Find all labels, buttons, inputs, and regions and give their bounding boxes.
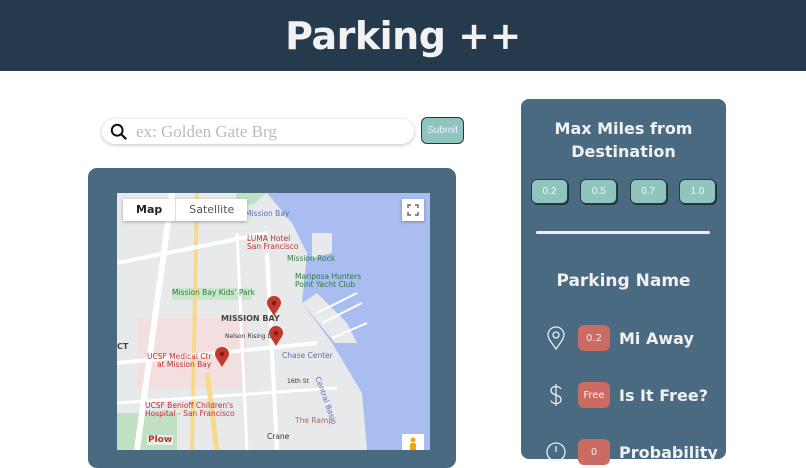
map-marker-icon[interactable] — [267, 296, 281, 316]
map-label: Point Yacht Club — [295, 280, 356, 289]
miles-option-0.2[interactable]: 0.2 — [531, 179, 568, 204]
distance-badge: 0.2 — [578, 325, 610, 351]
map-label: Chase Center — [282, 351, 333, 360]
search-icon — [110, 123, 127, 140]
miles-option-0.7[interactable]: 0.7 — [629, 179, 667, 204]
price-badge: Free — [578, 382, 610, 408]
search-bar — [102, 119, 414, 144]
probability-row: 0 Probability — [545, 439, 718, 465]
map-label: Mission Bay — [245, 209, 290, 218]
map-label: Plow — [147, 435, 174, 445]
map-label: CT — [117, 342, 129, 351]
app-header: Parking ++ — [0, 0, 806, 71]
search-input[interactable] — [136, 121, 396, 142]
map-label: Nelson Rising Ln — [225, 333, 275, 340]
map-label: Mission Rock — [287, 254, 336, 263]
map-marker-icon[interactable] — [215, 347, 229, 367]
map-label: Crane — [267, 432, 290, 441]
street-view-pegman-button[interactable] — [402, 434, 424, 450]
probability-badge: 0 — [578, 439, 610, 465]
fullscreen-icon — [407, 204, 419, 216]
map-type-control: Map Satellite — [123, 199, 248, 221]
probability-label: Probability — [619, 442, 718, 462]
miles-option-1.0[interactable]: 1.0 — [678, 179, 716, 204]
map-label: at Mission Bay — [157, 360, 212, 369]
map-label: Hospital - San Francisco — [145, 409, 235, 418]
distance-label: Mi Away — [619, 328, 694, 348]
price-row: Free Is It Free? — [545, 382, 708, 408]
filter-panel: Max Miles from Destination 0.2 0.5 0.7 1… — [521, 99, 726, 465]
app-title: Parking ++ — [285, 13, 521, 58]
map-label: MISSION BAY — [221, 314, 280, 323]
miles-options: 0.2 0.5 0.7 1.0 — [521, 179, 726, 204]
map-label: 16th St — [287, 378, 309, 385]
dollar-icon — [550, 384, 562, 406]
clock-icon — [546, 442, 566, 462]
map-marker-icon[interactable] — [269, 326, 283, 346]
divider — [536, 231, 710, 234]
fullscreen-button[interactable] — [402, 199, 424, 221]
distance-row: 0.2 Mi Away — [545, 325, 694, 351]
map-label: The Ramp — [295, 416, 334, 425]
location-pin-icon — [547, 326, 565, 350]
submit-button[interactable]: Submit — [421, 117, 464, 144]
pegman-icon — [410, 437, 416, 450]
parking-name: Parking Name — [556, 271, 691, 291]
price-label: Is It Free? — [619, 385, 708, 405]
map-label: San Francisco — [247, 242, 299, 251]
map-type-satellite-button[interactable]: Satellite — [175, 199, 247, 221]
max-miles-title: Max Miles from Destination — [554, 119, 693, 161]
map-type-map-button[interactable]: Map — [123, 199, 175, 221]
map-label: Mission Bay Kids' Park — [172, 288, 256, 297]
miles-option-0.5[interactable]: 0.5 — [580, 179, 618, 204]
map[interactable]: Mission Bay LUMA Hotel San Francisco Mis… — [117, 193, 430, 450]
